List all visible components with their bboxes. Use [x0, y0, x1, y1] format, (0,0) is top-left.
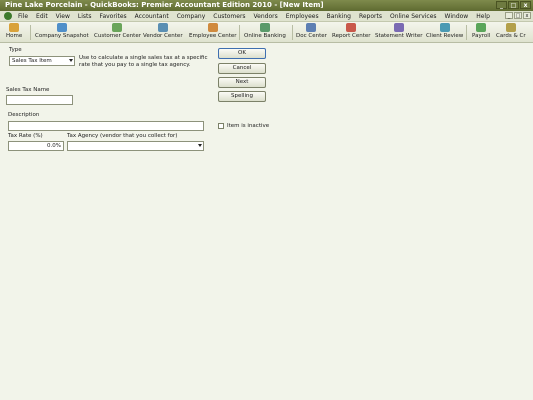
- toolbar-report-center[interactable]: Report Center: [332, 23, 371, 39]
- toolbar-divider: [292, 25, 293, 40]
- toolbar-label: Cards & Cr: [496, 33, 526, 39]
- toolbar-divider: [466, 25, 467, 40]
- minimize-button[interactable]: _: [496, 1, 507, 9]
- type-value: Sales Tax Item: [12, 58, 52, 64]
- toolbar-label: Payroll: [472, 33, 491, 39]
- window-title: Pine Lake Porcelain - QuickBooks: Premie…: [5, 1, 324, 9]
- window-controls: _ □ x: [496, 1, 531, 9]
- new-item-form: Type Sales Tax Item Use to calculate a s…: [0, 43, 533, 400]
- tax-agency-label: Tax Agency (vendor that you collect for): [67, 133, 178, 139]
- chevron-down-icon: [198, 144, 202, 147]
- toolbar-employee-center[interactable]: Employee Center: [189, 23, 237, 39]
- spelling-button[interactable]: Spelling: [218, 91, 266, 102]
- toolbar-label: Vendor Center: [143, 33, 183, 39]
- home-icon: [9, 23, 20, 32]
- toolbar-online-banking[interactable]: Online Banking: [244, 23, 286, 39]
- toolbar-customer-center[interactable]: Customer Center: [94, 23, 141, 39]
- document-window-controls: _ □ x: [505, 12, 531, 19]
- ok-button[interactable]: OK: [218, 48, 266, 59]
- payroll-icon: [476, 23, 487, 32]
- menu-favorites[interactable]: Favorites: [96, 13, 131, 20]
- doc-center-icon: [306, 23, 317, 32]
- title-bar: Pine Lake Porcelain - QuickBooks: Premie…: [0, 0, 533, 11]
- statement-writer-icon: [393, 23, 404, 32]
- toolbar-label: Report Center: [332, 33, 371, 39]
- sales-tax-name-label: Sales Tax Name: [6, 87, 50, 93]
- toolbar-statement-writer[interactable]: Statement Writer: [375, 23, 422, 39]
- menu-online-services[interactable]: Online Services: [386, 13, 441, 20]
- description-input[interactable]: [8, 121, 204, 131]
- cards-icon: [505, 23, 516, 32]
- employee-center-icon: [207, 23, 218, 32]
- type-help-text: Use to calculate a single sales tax at a…: [79, 55, 208, 68]
- customer-center-icon: [112, 23, 123, 32]
- toolbar-client-review[interactable]: Client Review: [426, 23, 463, 39]
- type-select[interactable]: Sales Tax Item: [9, 56, 75, 66]
- menu-vendors[interactable]: Vendors: [250, 13, 282, 20]
- menu-window[interactable]: Window: [441, 13, 473, 20]
- menu-help[interactable]: Help: [472, 13, 494, 20]
- doc-close-button[interactable]: x: [523, 12, 531, 19]
- menu-file[interactable]: File: [14, 13, 32, 20]
- close-button[interactable]: x: [520, 1, 531, 9]
- quickbooks-logo-icon[interactable]: [4, 12, 12, 20]
- type-label: Type: [9, 47, 22, 53]
- cancel-button[interactable]: Cancel: [218, 63, 266, 74]
- menu-banking[interactable]: Banking: [323, 13, 355, 20]
- description-label: Description: [8, 112, 40, 118]
- toolbar-divider: [239, 25, 240, 40]
- menu-lists[interactable]: Lists: [74, 13, 96, 20]
- icon-bar: Home Company Snapshot Customer Center Ve…: [0, 22, 533, 43]
- vendor-center-icon: [157, 23, 168, 32]
- toolbar-divider: [30, 25, 31, 40]
- report-center-icon: [346, 23, 357, 32]
- item-inactive-checkbox[interactable]: [218, 123, 224, 129]
- toolbar-label: Statement Writer: [375, 33, 423, 39]
- menu-company[interactable]: Company: [173, 13, 210, 20]
- client-review-icon: [439, 23, 450, 32]
- toolbar-vendor-center[interactable]: Vendor Center: [143, 23, 183, 39]
- item-inactive-label: Item is inactive: [227, 123, 270, 129]
- toolbar-company-snapshot[interactable]: Company Snapshot: [35, 23, 89, 39]
- toolbar-label: Online Banking: [244, 33, 286, 39]
- tax-rate-label: Tax Rate (%): [8, 133, 43, 139]
- maximize-button[interactable]: □: [508, 1, 519, 9]
- online-banking-icon: [259, 23, 270, 32]
- menu-view[interactable]: View: [52, 13, 74, 20]
- doc-minimize-button[interactable]: _: [505, 12, 513, 19]
- menu-reports[interactable]: Reports: [355, 13, 386, 20]
- menu-bar: File Edit View Lists Favorites Accountan…: [0, 11, 533, 22]
- tax-rate-input[interactable]: 0.0%: [8, 141, 64, 151]
- toolbar-label: Company Snapshot: [35, 33, 89, 39]
- toolbar-home[interactable]: Home: [6, 23, 22, 39]
- menu-edit[interactable]: Edit: [32, 13, 52, 20]
- menu-customers[interactable]: Customers: [209, 13, 249, 20]
- snapshot-icon: [56, 23, 67, 32]
- menu-employees[interactable]: Employees: [282, 13, 323, 20]
- menu-accountant[interactable]: Accountant: [131, 13, 173, 20]
- toolbar-label: Home: [6, 33, 23, 39]
- tax-agency-select[interactable]: [67, 141, 204, 151]
- toolbar-doc-center[interactable]: Doc Center: [296, 23, 327, 39]
- chevron-down-icon: [69, 59, 73, 62]
- toolbar-label: Client Review: [426, 33, 464, 39]
- sales-tax-name-input[interactable]: [6, 95, 73, 105]
- toolbar-label: Doc Center: [296, 33, 327, 39]
- next-button[interactable]: Next: [218, 77, 266, 88]
- toolbar-payroll[interactable]: Payroll: [472, 23, 490, 39]
- toolbar-label: Employee Center: [189, 33, 237, 39]
- doc-restore-button[interactable]: □: [514, 12, 522, 19]
- toolbar-cards[interactable]: Cards & Cr: [496, 23, 526, 39]
- toolbar-label: Customer Center: [94, 33, 141, 39]
